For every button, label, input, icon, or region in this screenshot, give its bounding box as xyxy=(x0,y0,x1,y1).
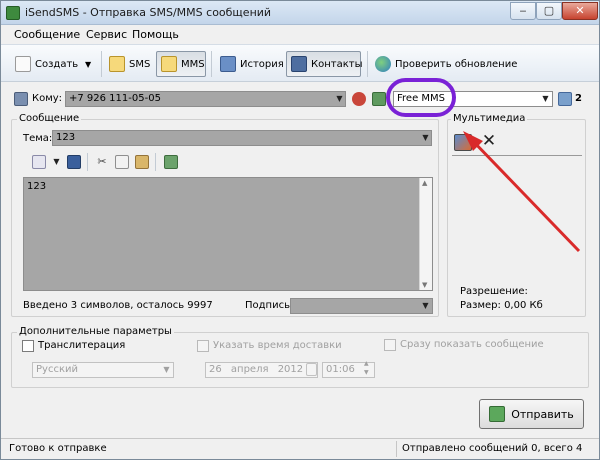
message-scrollbar[interactable]: ▲ ▼ xyxy=(419,178,432,290)
check-update-label: Проверить обновление xyxy=(395,58,518,70)
create-button[interactable]: Создать xyxy=(11,51,82,77)
title-bar: iSendSMS - Отправка SMS/MMS сообщений ‒ … xyxy=(1,1,599,25)
check-update-button[interactable]: Проверить обновление xyxy=(371,51,521,77)
contacts-button[interactable]: Контакты xyxy=(286,51,363,77)
window-title: iSendSMS - Отправка SMS/MMS сообщений xyxy=(25,6,272,19)
menu-service[interactable]: Сервис xyxy=(86,28,127,41)
create-dropdown[interactable]: ▼ xyxy=(83,51,93,77)
recipient-label: Кому: xyxy=(32,93,63,104)
send-button[interactable]: Отправить xyxy=(479,399,584,429)
menu-message[interactable]: Сообщение xyxy=(14,28,80,41)
status-bar: Готово к отправке Отправлено сообщений 0… xyxy=(1,438,599,459)
resolution-label: Разрешение: xyxy=(460,286,528,297)
char-counter: Введено 3 символов, осталось 9997 xyxy=(23,300,213,311)
message-text: 123 xyxy=(27,181,47,192)
envelope-icon xyxy=(109,56,125,72)
delivery-time-checkbox[interactable] xyxy=(197,340,209,352)
close-button[interactable]: ✕ xyxy=(562,2,598,20)
menu-help[interactable]: Помощь xyxy=(132,28,179,41)
time-up-icon[interactable]: ▲ xyxy=(364,360,369,367)
signature-select[interactable] xyxy=(290,298,433,314)
recipient-input[interactable]: +7 926 111-05-05 xyxy=(65,91,346,107)
cut-icon[interactable]: ✂ xyxy=(95,155,109,169)
main-window: iSendSMS - Отправка SMS/MMS сообщений ‒ … xyxy=(0,0,600,460)
history-label: История xyxy=(240,58,284,70)
annotation-arrow xyxy=(463,131,581,253)
minimize-button[interactable]: ‒ xyxy=(510,2,536,20)
status-right: Отправлено сообщений 0, всего 4 xyxy=(402,443,583,454)
message-body[interactable]: 123 ▲ ▼ xyxy=(23,177,433,291)
mms-label: MMS xyxy=(181,58,205,70)
date-month: апреля xyxy=(230,364,269,375)
delivery-date-picker[interactable]: 26 апреля 2012 xyxy=(205,362,318,378)
date-year: 2012 xyxy=(277,364,304,375)
extra-params-label: Дополнительные параметры xyxy=(17,326,174,337)
toolbar-separator xyxy=(211,51,212,77)
status-left: Готово к отправке xyxy=(9,443,107,454)
subject-label: Тема: xyxy=(23,133,53,144)
contacts-label: Контакты xyxy=(311,58,363,70)
signature-label: Подпись xyxy=(245,300,290,311)
eraser-icon[interactable] xyxy=(32,155,46,169)
translit-checkbox[interactable] xyxy=(22,340,34,352)
show-now-checkbox[interactable] xyxy=(384,339,396,351)
message-group-label: Сообщение xyxy=(17,113,82,124)
globe-icon xyxy=(375,56,391,72)
scroll-up-icon[interactable]: ▲ xyxy=(422,179,427,187)
language-select[interactable]: Русский xyxy=(32,362,174,378)
sms-label: SMS xyxy=(129,58,151,70)
chevron-down-icon[interactable]: ▼ xyxy=(419,299,432,313)
insert-template-icon[interactable] xyxy=(164,155,178,169)
chevron-down-icon[interactable]: ▼ xyxy=(333,92,346,106)
translit-label: Транслитерация xyxy=(38,340,126,351)
chevron-down-icon[interactable]: ▼ xyxy=(419,131,432,145)
subject-input[interactable]: 123 xyxy=(52,130,432,146)
address-book-icon xyxy=(291,56,307,72)
send-arrow-icon xyxy=(489,406,506,422)
maximize-button[interactable]: ▢ xyxy=(536,2,562,20)
scroll-down-icon[interactable]: ▼ xyxy=(422,281,427,289)
create-label: Создать xyxy=(35,58,79,70)
recipient-count: 2 xyxy=(575,93,582,104)
mms-button[interactable]: MMS xyxy=(156,51,206,77)
chevron-down-icon[interactable]: ▼ xyxy=(160,363,173,377)
app-icon xyxy=(6,6,20,20)
contact-card-icon xyxy=(14,92,28,106)
toolbar: Создать ▼ SMS MMS История Контакты Прове… xyxy=(1,44,599,82)
calendar-icon[interactable] xyxy=(306,363,317,376)
editor-separator xyxy=(87,153,88,171)
chevron-down-icon[interactable]: ▼ xyxy=(539,92,552,106)
time-down-icon[interactable]: ▼ xyxy=(364,369,369,376)
chevron-down-icon[interactable]: ▼ xyxy=(50,155,63,169)
toolbar-separator xyxy=(367,51,368,77)
history-book-icon xyxy=(220,56,236,72)
paste-icon[interactable] xyxy=(135,155,149,169)
send-label: Отправить xyxy=(511,407,574,421)
date-day: 26 xyxy=(209,364,222,375)
status-separator xyxy=(396,441,397,457)
copy-icon[interactable] xyxy=(115,155,129,169)
delivery-time-label: Указать время доставки xyxy=(213,340,342,351)
contact-add-icon[interactable] xyxy=(372,92,386,106)
toolbar-separator xyxy=(101,51,102,77)
save-icon[interactable] xyxy=(67,155,81,169)
new-document-icon xyxy=(15,56,31,72)
history-button[interactable]: История xyxy=(216,51,288,77)
menu-bar: Сообщение Сервис Помощь xyxy=(1,25,599,43)
show-now-label: Сразу показать сообщение xyxy=(400,339,544,350)
chevron-down-icon: ▼ xyxy=(85,59,92,69)
size-label: Размер: 0,00 Кб xyxy=(460,300,543,311)
buildings-icon xyxy=(558,92,572,106)
editor-separator xyxy=(155,153,156,171)
sms-button[interactable]: SMS xyxy=(105,51,154,77)
address-book-select-icon[interactable] xyxy=(352,92,366,106)
envelope-image-icon xyxy=(161,56,177,72)
